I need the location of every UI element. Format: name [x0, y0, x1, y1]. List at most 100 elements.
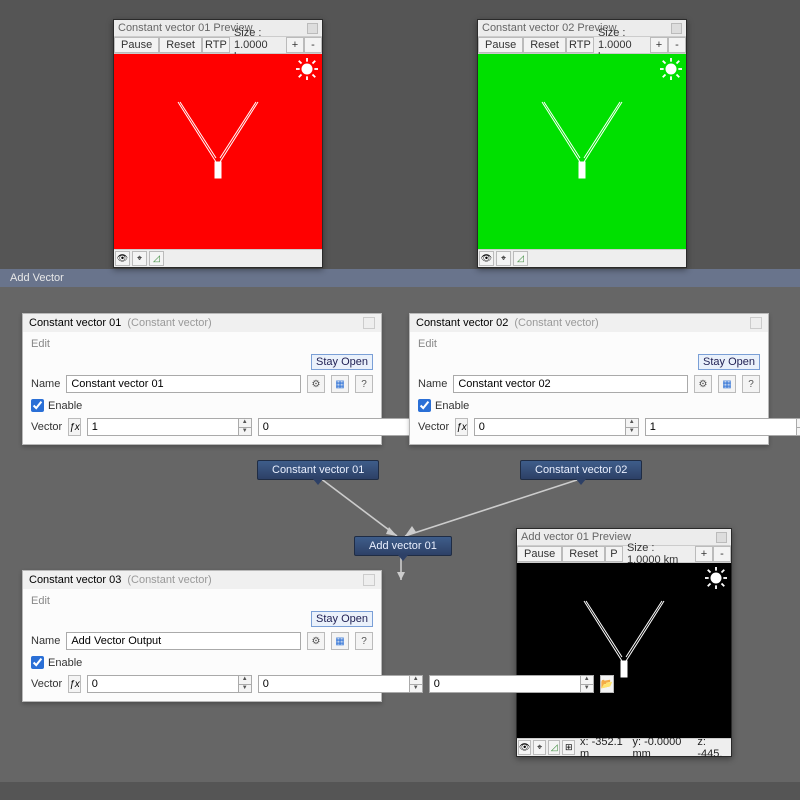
- preview-window-1[interactable]: Constant vector 01 Preview Pause Reset R…: [113, 19, 323, 268]
- gear-icon[interactable]: ⚙︎: [307, 632, 325, 650]
- close-icon[interactable]: [363, 317, 375, 329]
- size-label: Size : 1.0000 km: [230, 37, 286, 53]
- eye-icon[interactable]: 👁: [518, 740, 531, 755]
- preview-toolbar: Pause Reset P Size : 1.0000 km + -: [517, 545, 731, 563]
- preview-titlebar[interactable]: Constant vector 02 Preview: [478, 20, 686, 36]
- zoom-in-button[interactable]: +: [286, 37, 304, 53]
- node-label: Constant vector 02: [535, 464, 627, 476]
- coord-z: z: -445.: [694, 736, 730, 760]
- rtp-button[interactable]: RTP: [566, 37, 594, 53]
- close-icon[interactable]: [671, 23, 682, 34]
- close-icon[interactable]: [307, 23, 318, 34]
- vector-y-field[interactable]: ▲▼: [645, 418, 800, 436]
- enable-checkbox[interactable]: [31, 656, 44, 669]
- gear-icon[interactable]: ⚙︎: [694, 375, 712, 393]
- enable-checkbox[interactable]: [31, 399, 44, 412]
- stay-open-button[interactable]: Stay Open: [698, 354, 760, 370]
- vector-z-field[interactable]: ▲▼: [429, 675, 594, 693]
- close-icon[interactable]: [750, 317, 762, 329]
- panel-header[interactable]: Constant vector 01 (Constant vector): [23, 314, 381, 332]
- stay-open-button[interactable]: Stay Open: [311, 354, 373, 370]
- rtp-button[interactable]: RTP: [202, 37, 230, 53]
- eye-icon[interactable]: 👁: [115, 251, 130, 266]
- close-icon[interactable]: [363, 574, 375, 586]
- grid-icon[interactable]: ⊞: [562, 740, 575, 755]
- help-icon[interactable]: ?: [355, 632, 373, 650]
- panel-constant-vector-02[interactable]: Constant vector 02 (Constant vector) Edi…: [409, 313, 769, 445]
- panel-constant-vector-01[interactable]: Constant vector 01 (Constant vector) Edi…: [22, 313, 382, 445]
- edit-menu[interactable]: Edit: [23, 589, 381, 609]
- reset-button[interactable]: Reset: [159, 37, 202, 53]
- panel-title: Constant vector 01: [29, 317, 121, 329]
- vector-y-field[interactable]: ▲▼: [258, 418, 423, 436]
- necklace-shape: [158, 92, 278, 212]
- help-icon[interactable]: ?: [355, 375, 373, 393]
- size-label: Size : 1.0000 km: [594, 37, 650, 53]
- pause-button[interactable]: Pause: [517, 546, 562, 562]
- preview-titlebar[interactable]: Constant vector 01 Preview: [114, 20, 322, 36]
- node-output-port[interactable]: [398, 555, 408, 561]
- name-field[interactable]: [66, 375, 301, 393]
- panel-constant-vector-03[interactable]: Constant vector 03 (Constant vector) Edi…: [22, 570, 382, 702]
- leaf-icon[interactable]: ◿: [513, 251, 528, 266]
- vector-x-field[interactable]: ▲▼: [87, 418, 252, 436]
- preview-canvas[interactable]: [478, 54, 686, 249]
- zoom-out-button[interactable]: -: [304, 37, 322, 53]
- preview-canvas[interactable]: [517, 563, 731, 738]
- grid-icon[interactable]: ▦: [331, 375, 349, 393]
- panel-type: (Constant vector): [127, 317, 211, 329]
- node-output-port[interactable]: [313, 479, 323, 485]
- fx-icon[interactable]: ƒx: [455, 418, 468, 436]
- close-icon[interactable]: [716, 532, 727, 543]
- grid-icon[interactable]: ▦: [331, 632, 349, 650]
- rtp-button[interactable]: P: [605, 546, 623, 562]
- panel-type: (Constant vector): [514, 317, 598, 329]
- pause-button[interactable]: Pause: [478, 37, 523, 53]
- sun-icon: [705, 567, 727, 589]
- panel-header[interactable]: Constant vector 03 (Constant vector): [23, 571, 381, 589]
- vector-y-field[interactable]: ▲▼: [258, 675, 423, 693]
- fx-icon[interactable]: ƒx: [68, 675, 81, 693]
- target-icon[interactable]: ⌖: [533, 740, 546, 755]
- panel-header[interactable]: Constant vector 02 (Constant vector): [410, 314, 768, 332]
- section-header: Add Vector: [0, 269, 800, 287]
- edit-menu[interactable]: Edit: [410, 332, 768, 352]
- node-constant-vector-02[interactable]: Constant vector 02: [520, 460, 642, 480]
- target-icon[interactable]: ⌖: [132, 251, 147, 266]
- vector-x-field[interactable]: ▲▼: [87, 675, 252, 693]
- zoom-in-button[interactable]: +: [695, 546, 713, 562]
- edit-menu[interactable]: Edit: [23, 332, 381, 352]
- zoom-out-button[interactable]: -: [668, 37, 686, 53]
- gear-icon[interactable]: ⚙︎: [307, 375, 325, 393]
- fx-icon[interactable]: ƒx: [68, 418, 81, 436]
- zoom-out-button[interactable]: -: [713, 546, 731, 562]
- name-field[interactable]: [453, 375, 688, 393]
- stay-open-button[interactable]: Stay Open: [311, 611, 373, 627]
- preview-titlebar[interactable]: Add vector 01 Preview: [517, 529, 731, 545]
- grid-icon[interactable]: ▦: [718, 375, 736, 393]
- preview-window-3[interactable]: Add vector 01 Preview Pause Reset P Size…: [516, 528, 732, 757]
- vector-label: Vector: [31, 678, 62, 690]
- zoom-in-button[interactable]: +: [650, 37, 668, 53]
- leaf-icon[interactable]: ◿: [548, 740, 561, 755]
- reset-button[interactable]: Reset: [562, 546, 605, 562]
- node-add-vector-01[interactable]: Add vector 01: [354, 536, 452, 556]
- enable-checkbox[interactable]: [418, 399, 431, 412]
- section-title: Add Vector: [10, 272, 64, 284]
- leaf-icon[interactable]: ◿: [149, 251, 164, 266]
- eye-icon[interactable]: 👁: [479, 251, 494, 266]
- pause-button[interactable]: Pause: [114, 37, 159, 53]
- node-constant-vector-01[interactable]: Constant vector 01: [257, 460, 379, 480]
- name-field[interactable]: [66, 632, 301, 650]
- target-icon[interactable]: ⌖: [496, 251, 511, 266]
- vector-x-field[interactable]: ▲▼: [474, 418, 639, 436]
- reset-button[interactable]: Reset: [523, 37, 566, 53]
- enable-label: Enable: [48, 657, 82, 669]
- folder-icon[interactable]: 📂: [600, 675, 614, 693]
- enable-label: Enable: [435, 400, 469, 412]
- preview-canvas[interactable]: [114, 54, 322, 249]
- help-icon[interactable]: ?: [742, 375, 760, 393]
- node-label: Constant vector 01: [272, 464, 364, 476]
- preview-window-2[interactable]: Constant vector 02 Preview Pause Reset R…: [477, 19, 687, 268]
- node-output-port[interactable]: [576, 479, 586, 485]
